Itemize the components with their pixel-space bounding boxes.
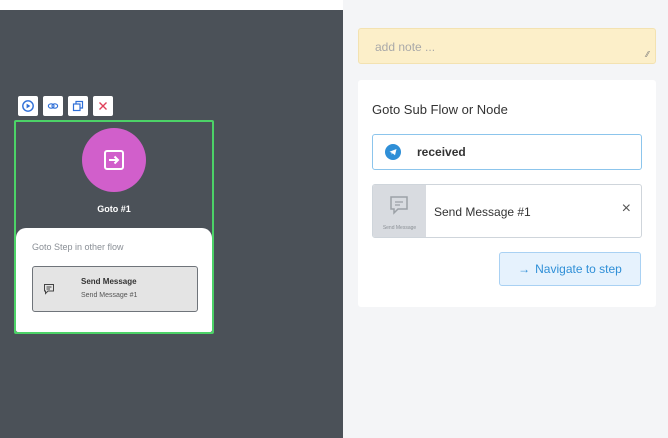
duplicate-button[interactable] bbox=[68, 96, 88, 116]
step-name: Send Message #1 bbox=[434, 205, 531, 219]
delete-node-button[interactable] bbox=[93, 96, 113, 116]
close-icon bbox=[99, 102, 107, 110]
step-thumb-label: Send Message bbox=[382, 225, 417, 231]
flow-canvas[interactable]: Goto #1 Goto Step in other flow Send Mes… bbox=[0, 0, 343, 438]
node-target-step[interactable]: Send Message Send Message #1 bbox=[32, 266, 198, 312]
node-toolbar bbox=[18, 96, 113, 116]
link-icon bbox=[47, 103, 59, 109]
link-button[interactable] bbox=[43, 96, 63, 116]
goto-label: Goto Sub Flow or Node bbox=[372, 102, 508, 117]
node-target-title: Send Message bbox=[81, 277, 137, 286]
goto-arrow-icon bbox=[104, 150, 124, 170]
message-icon bbox=[389, 195, 409, 220]
node-title: Goto #1 bbox=[97, 204, 131, 214]
properties-panel: add note ... ⁄⁄ Goto Sub Flow or Node re… bbox=[343, 0, 668, 438]
play-button[interactable] bbox=[18, 96, 38, 116]
canvas-top-strip bbox=[0, 0, 343, 10]
flow-select[interactable]: received bbox=[372, 134, 642, 170]
goto-node[interactable]: Goto #1 Goto Step in other flow Send Mes… bbox=[14, 120, 214, 334]
node-icon-circle bbox=[82, 128, 146, 192]
navigate-to-step-button[interactable]: → Navigate to step bbox=[499, 252, 641, 286]
arrow-right-icon: → bbox=[518, 262, 531, 276]
node-card: Goto Step in other flow Send Message Sen… bbox=[16, 228, 212, 332]
message-icon bbox=[43, 282, 55, 300]
duplicate-icon bbox=[72, 100, 84, 112]
flow-select-value: received bbox=[417, 145, 466, 159]
node-step-label: Goto Step in other flow bbox=[32, 242, 124, 252]
navigate-button-label: Navigate to step bbox=[535, 262, 622, 276]
resize-handle-icon[interactable]: ⁄⁄ bbox=[646, 50, 649, 59]
goto-settings-card: Goto Sub Flow or Node received Send Mess… bbox=[358, 80, 656, 307]
selected-step[interactable]: Send Message Send Message #1 × bbox=[372, 184, 642, 238]
node-target-subtitle: Send Message #1 bbox=[81, 292, 138, 299]
play-circle-icon bbox=[22, 100, 34, 112]
note-placeholder: add note ... bbox=[375, 40, 436, 54]
telegram-icon bbox=[385, 144, 401, 160]
remove-step-button[interactable]: × bbox=[622, 200, 631, 218]
note-textarea[interactable]: add note ... ⁄⁄ bbox=[358, 28, 656, 64]
step-thumbnail: Send Message bbox=[373, 185, 426, 237]
